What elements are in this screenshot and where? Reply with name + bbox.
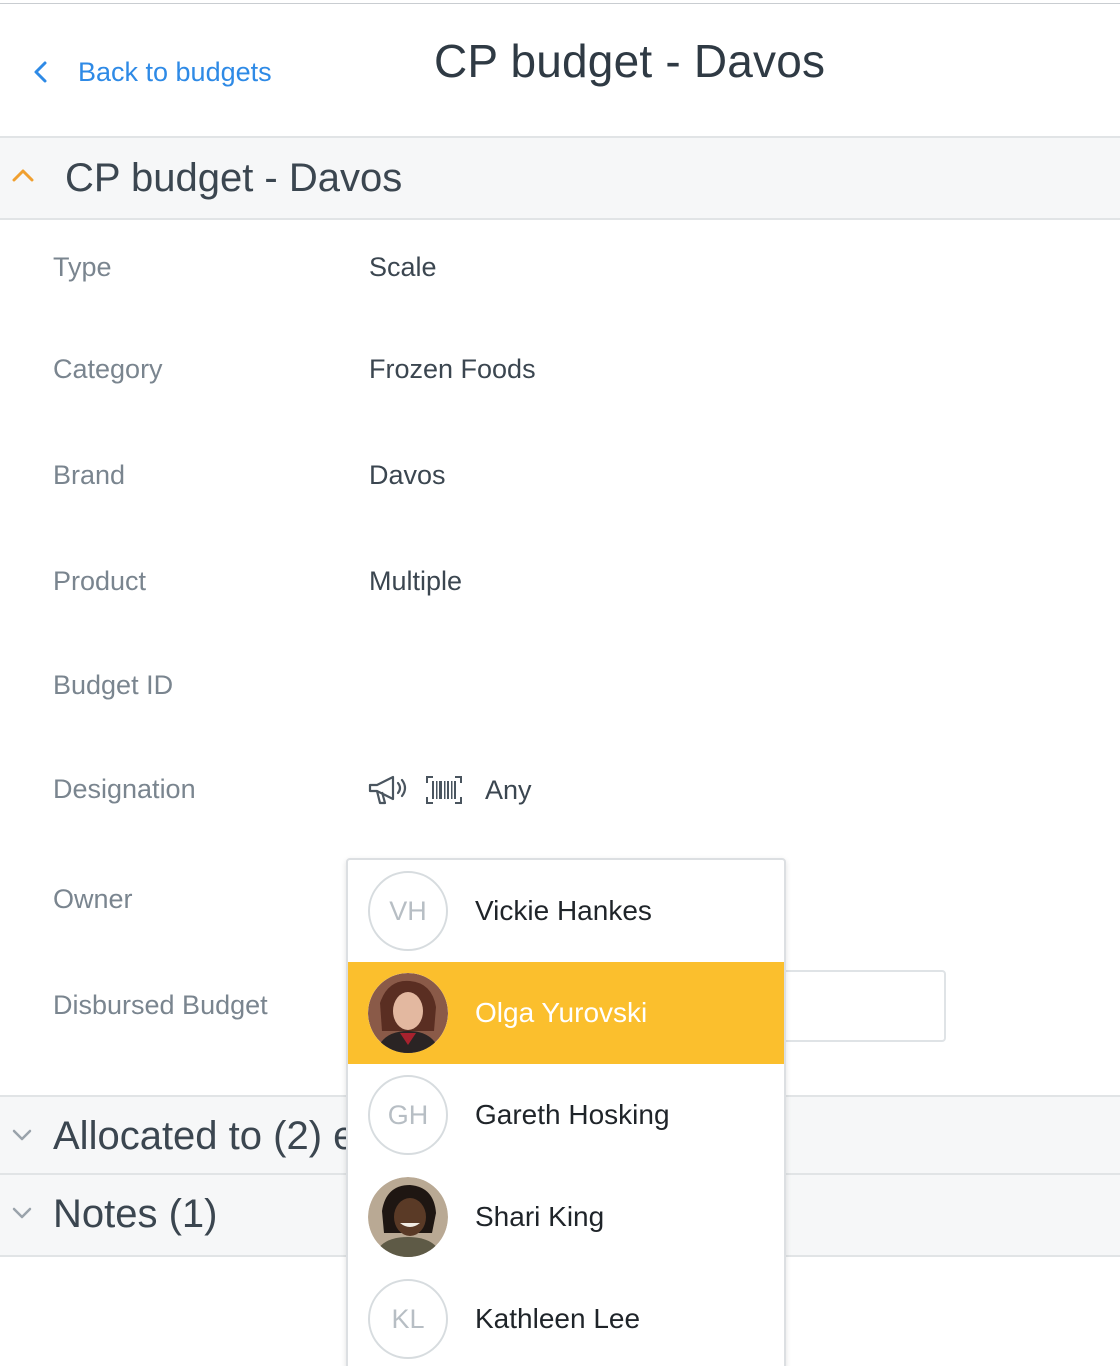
megaphone-icon <box>367 773 409 807</box>
owner-option-name: Olga Yurovski <box>475 997 648 1028</box>
page-title: CP budget - Davos <box>434 35 826 87</box>
budget-id-label: Budget ID <box>53 670 174 700</box>
type-value: Scale <box>369 252 437 282</box>
designation-value: Any <box>367 770 532 810</box>
budget-details-section-header[interactable]: CP budget - Davos <box>0 136 1120 220</box>
owner-option[interactable]: VH Vickie Hankes <box>348 860 784 962</box>
back-link-label: Back to budgets <box>78 56 272 87</box>
back-to-budgets-link[interactable]: Back to budgets <box>32 54 272 90</box>
owner-dropdown[interactable]: VH Vickie Hankes Olga Yurovski GH Gareth… <box>346 858 786 1366</box>
section-title: CP budget - Davos <box>65 156 403 200</box>
notes-section-title: Notes (1) <box>53 1192 218 1236</box>
owner-option-name: Vickie Hankes <box>475 895 652 926</box>
category-value: Frozen Foods <box>369 354 536 384</box>
product-label: Product <box>53 566 147 596</box>
chevron-down-icon <box>12 1207 32 1219</box>
brand-value: Davos <box>369 460 446 490</box>
allocated-section-title: Allocated to (2) e <box>53 1114 356 1158</box>
disbursed-budget-label: Disbursed Budget <box>53 990 268 1020</box>
type-label: Type <box>53 252 112 282</box>
owner-option[interactable]: KL Kathleen Lee <box>348 1268 784 1366</box>
owner-option-name: Shari King <box>475 1201 605 1232</box>
avatar-photo <box>368 973 448 1053</box>
chevron-up-icon <box>12 169 34 182</box>
category-label: Category <box>53 354 163 384</box>
avatar: KL <box>368 1279 448 1359</box>
avatar: GH <box>368 1075 448 1155</box>
owner-option[interactable]: Shari King <box>348 1166 784 1268</box>
owner-label: Owner <box>53 884 133 914</box>
barcode-icon <box>425 775 463 805</box>
owner-option-name: Gareth Hosking <box>475 1099 670 1130</box>
disbursed-budget-input[interactable] <box>760 970 946 1042</box>
owner-option-selected[interactable]: Olga Yurovski <box>348 962 784 1064</box>
avatar: VH <box>368 871 448 951</box>
designation-text: Any <box>485 774 532 805</box>
page-header: Back to budgets CP budget - Davos <box>0 4 1120 136</box>
brand-label: Brand <box>53 460 126 490</box>
owner-option[interactable]: GH Gareth Hosking <box>348 1064 784 1166</box>
avatar-photo <box>368 1177 448 1257</box>
owner-option-name: Kathleen Lee <box>475 1303 641 1334</box>
designation-label: Designation <box>53 774 196 804</box>
product-value: Multiple <box>369 566 463 596</box>
chevron-down-icon <box>12 1129 32 1141</box>
chevron-left-icon <box>34 61 47 83</box>
